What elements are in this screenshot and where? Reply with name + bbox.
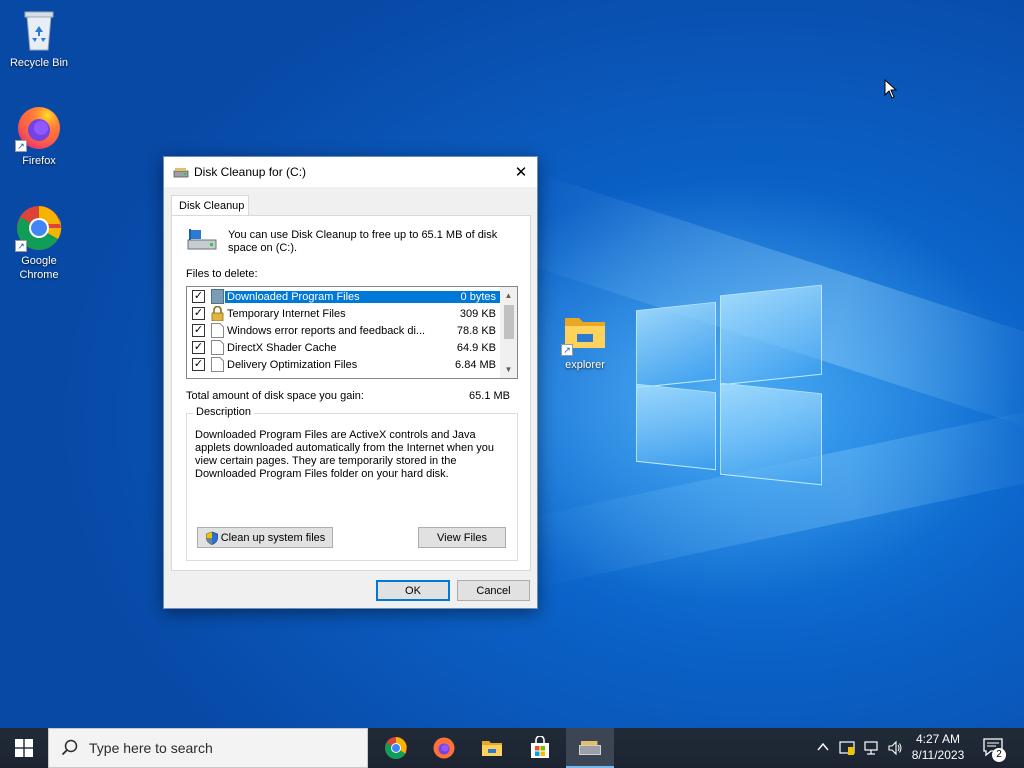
dialog-titlebar[interactable]: Disk Cleanup for (C:) ✕ <box>164 157 537 187</box>
file-size: 64.9 KB <box>456 341 496 354</box>
disk-cleanup-dialog: Disk Cleanup for (C:) ✕ Disk Cleanup You… <box>163 156 538 609</box>
total-space-label: Total amount of disk space you gain: <box>186 390 364 402</box>
files-to-delete-label: Files to delete: <box>186 268 258 280</box>
desktop-icon-label: Firefox <box>22 155 56 167</box>
disk-cleanup-icon <box>173 166 189 178</box>
list-item[interactable]: ✓ DirectX Shader Cache 64.9 KB <box>187 339 500 356</box>
taskbar-firefox[interactable] <box>420 728 468 768</box>
firefox-icon <box>433 737 455 759</box>
file-size: 0 bytes <box>430 290 500 303</box>
dialog-title: Disk Cleanup for (C:) <box>194 165 307 179</box>
file-checkbox[interactable]: ✓ <box>192 341 205 354</box>
total-space-value: 65.1 MB <box>469 390 510 402</box>
file-size: 6.84 MB <box>455 358 496 371</box>
firefox-icon: ↗ <box>15 104 63 152</box>
shortcut-arrow-icon: ↗ <box>561 344 573 356</box>
network-icon[interactable] <box>862 740 880 756</box>
document-icon <box>211 357 224 372</box>
file-size: 78.8 KB <box>456 324 496 337</box>
taskbar-search-box[interactable]: Type here to search <box>48 728 368 768</box>
clock-date: 8/11/2023 <box>911 748 965 762</box>
ok-button[interactable]: OK <box>376 580 450 601</box>
file-icon <box>211 289 224 304</box>
list-item[interactable]: ✓ Delivery Optimization Files 6.84 MB <box>187 356 500 373</box>
show-hidden-icons-chevron-up-icon[interactable] <box>814 740 832 756</box>
tab-disk-cleanup[interactable]: Disk Cleanup <box>171 195 249 217</box>
notification-count-badge: 2 <box>992 748 1006 762</box>
mouse-cursor-icon <box>884 78 898 102</box>
uac-shield-icon <box>205 531 219 545</box>
file-name: Temporary Internet Files <box>227 307 346 320</box>
drive-cleanup-icon <box>186 226 218 252</box>
files-to-delete-list[interactable]: ✓ Downloaded Program Files 0 bytes ✓ Tem… <box>186 286 518 379</box>
list-item[interactable]: ✓ Windows error reports and feedback di.… <box>187 322 500 339</box>
chrome-icon <box>385 737 407 759</box>
disk-cleanup-icon <box>579 741 601 755</box>
chrome-icon: ↗ <box>15 204 63 252</box>
file-checkbox[interactable]: ✓ <box>192 324 205 337</box>
windows-start-icon <box>15 739 33 757</box>
list-item[interactable]: ✓ Temporary Internet Files 309 KB <box>187 305 500 322</box>
start-button[interactable] <box>0 728 48 768</box>
taskbar-clock[interactable]: 4:27 AM 8/11/2023 <box>900 731 976 763</box>
document-icon <box>211 323 224 338</box>
file-name: Delivery Optimization Files <box>227 358 358 371</box>
list-scrollbar[interactable]: ▲ ▼ <box>500 287 517 378</box>
taskbar-chrome[interactable] <box>372 728 420 768</box>
close-icon: ✕ <box>514 164 528 181</box>
desktop-icon-label: Recycle Bin <box>9 57 69 69</box>
file-name: DirectX Shader Cache <box>227 341 337 354</box>
description-text: Downloaded Program Files are ActiveX con… <box>195 429 495 480</box>
taskbar-file-explorer[interactable] <box>468 728 516 768</box>
clock-time: 4:27 AM <box>915 732 961 746</box>
lock-icon <box>211 305 224 322</box>
folder-icon: ↗ <box>561 308 609 356</box>
file-checkbox[interactable]: ✓ <box>192 307 205 320</box>
file-checkbox[interactable]: ✓ <box>192 290 205 303</box>
scroll-down-icon[interactable]: ▼ <box>500 361 517 378</box>
desktop-icon-recycle-bin[interactable]: Recycle Bin <box>2 6 76 70</box>
search-placeholder: Type here to search <box>89 740 213 756</box>
intro-text: You can use Disk Cleanup to free up to 6… <box>228 229 498 254</box>
store-icon <box>531 736 549 758</box>
desktop-icon-label: explorer <box>565 359 605 371</box>
shortcut-arrow-icon: ↗ <box>15 140 27 152</box>
document-icon <box>211 340 224 355</box>
list-item[interactable]: ✓ Downloaded Program Files 0 bytes <box>187 288 500 305</box>
close-button[interactable]: ✕ <box>505 157 537 187</box>
clean-up-system-files-label: Clean up system files <box>220 531 326 544</box>
tab-panel: You can use Disk Cleanup to free up to 6… <box>171 215 531 571</box>
file-name: Windows error reports and feedback di... <box>227 324 426 337</box>
view-files-button[interactable]: View Files <box>418 527 506 548</box>
taskbar-disk-cleanup[interactable] <box>566 728 614 768</box>
file-checkbox[interactable]: ✓ <box>192 358 205 371</box>
desktop-icon-explorer[interactable]: ↗ explorer <box>548 308 622 372</box>
desktop-icon-label: Google Chrome <box>19 255 59 281</box>
taskbar-store[interactable] <box>516 728 564 768</box>
description-legend: Description <box>193 406 255 418</box>
file-name: Downloaded Program Files <box>225 290 430 303</box>
windows-security-icon[interactable] <box>838 740 856 756</box>
cancel-button[interactable]: Cancel <box>457 580 530 601</box>
desktop-icon-firefox[interactable]: ↗ Firefox <box>2 104 76 168</box>
clean-up-system-files-button[interactable]: Clean up system files <box>197 527 333 548</box>
file-size: 309 KB <box>459 307 496 320</box>
recycle-bin-icon <box>15 6 63 54</box>
scroll-thumb[interactable] <box>504 305 514 339</box>
search-icon <box>61 739 79 757</box>
shortcut-arrow-icon: ↗ <box>15 240 27 252</box>
desktop-icon-google-chrome[interactable]: ↗ Google Chrome <box>2 204 76 282</box>
scroll-up-icon[interactable]: ▲ <box>500 287 517 304</box>
taskbar: Type here to search 4:27 AM 8/11/2023 2 <box>0 728 1024 768</box>
windows-logo-wallpaper <box>636 284 822 486</box>
file-explorer-icon <box>482 741 502 756</box>
